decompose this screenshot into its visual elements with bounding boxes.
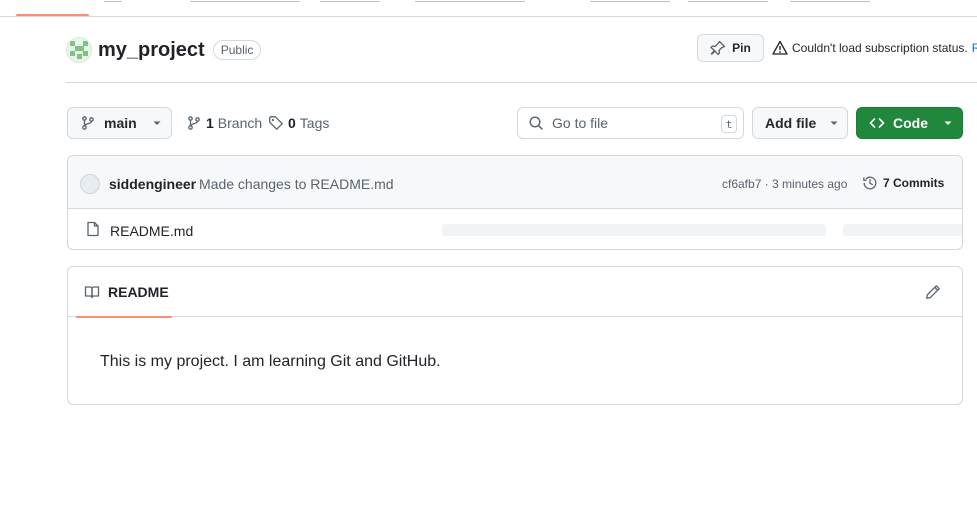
repo-name[interactable]: my_project [98, 39, 205, 62]
book-icon [84, 286, 100, 299]
caret-down-icon [153, 121, 161, 125]
commit-author-avatar[interactable] [80, 174, 100, 194]
active-tab-indicator [16, 14, 89, 16]
edit-readme-button[interactable] [924, 283, 942, 301]
tag-icon [269, 116, 283, 130]
add-file-button[interactable]: Add file [752, 107, 848, 139]
code-icon [869, 118, 885, 128]
code-button[interactable]: Code [856, 107, 963, 139]
nav-item[interactable] [190, 0, 300, 2]
nav-item[interactable] [104, 0, 122, 2]
go-to-file-input[interactable]: Go to file t [517, 107, 744, 139]
commit-hash-time[interactable]: cf6afb7 · 3 minutes ago [722, 177, 847, 191]
retry-link[interactable]: R [972, 41, 977, 55]
nav-item[interactable] [415, 0, 525, 2]
readme-content: This is my project. I am learning Git an… [100, 353, 441, 370]
subscription-status-text: Couldn't load subscription status. [792, 41, 968, 55]
pencil-icon [926, 285, 940, 299]
visibility-badge: Public [212, 40, 262, 60]
readme-header: README [68, 267, 962, 318]
loading-placeholder [442, 224, 826, 236]
tab-readme[interactable]: README [76, 267, 172, 318]
active-tab-indicator [76, 316, 172, 318]
subscription-status: Couldn't load subscription status. R [772, 38, 977, 58]
caret-down-icon [944, 121, 952, 125]
history-icon [863, 176, 877, 190]
code-label: Code [893, 115, 928, 131]
commit-author[interactable]: siddengineer [109, 176, 196, 192]
branch-select-button[interactable]: main [67, 107, 172, 139]
branches-label: Branch [217, 115, 263, 131]
nav-item[interactable] [320, 0, 380, 2]
readme-tab-label: README [108, 284, 169, 300]
git-branch-icon [188, 116, 200, 130]
go-to-file-placeholder: Go to file [552, 115, 609, 131]
branch-name: main [104, 115, 137, 131]
branches-count: 1 [206, 115, 214, 131]
commit-message[interactable]: Made changes to README.md [199, 176, 394, 192]
pin-icon [710, 40, 726, 56]
tags-label: Tags [299, 115, 330, 131]
nav-item[interactable] [590, 0, 670, 2]
nav-item[interactable] [688, 0, 768, 2]
tags-count: 0 [288, 115, 296, 131]
keyboard-shortcut-hint: t [721, 115, 737, 133]
loading-placeholder [843, 224, 962, 236]
commits-count-label: 7 Commits [883, 176, 945, 190]
file-name[interactable]: README.md [110, 223, 193, 239]
repo-nav [0, 0, 977, 17]
pin-button[interactable]: Pin [697, 34, 764, 62]
file-tree-box: siddengineer Made changes to README.md c… [67, 155, 963, 250]
search-icon [529, 116, 543, 130]
add-file-label: Add file [765, 115, 817, 131]
nav-item[interactable] [790, 0, 870, 2]
latest-commit-row: siddengineer Made changes to README.md c… [68, 156, 962, 209]
alert-icon [772, 40, 788, 55]
owner-avatar[interactable] [66, 37, 92, 63]
file-icon [87, 221, 99, 237]
tags-link[interactable]: 0 Tags [268, 115, 329, 131]
repo-header: my_project Public [66, 34, 262, 66]
readme-box: README This is my project. I am learning… [67, 266, 963, 405]
file-row[interactable]: README.md [68, 209, 962, 249]
pin-label: Pin [732, 41, 751, 55]
commits-history-link[interactable]: 7 Commits [862, 175, 944, 191]
caret-down-icon [830, 121, 838, 125]
header-divider [66, 82, 977, 83]
branches-link[interactable]: 1 Branch [186, 115, 262, 131]
git-branch-icon [82, 116, 94, 130]
